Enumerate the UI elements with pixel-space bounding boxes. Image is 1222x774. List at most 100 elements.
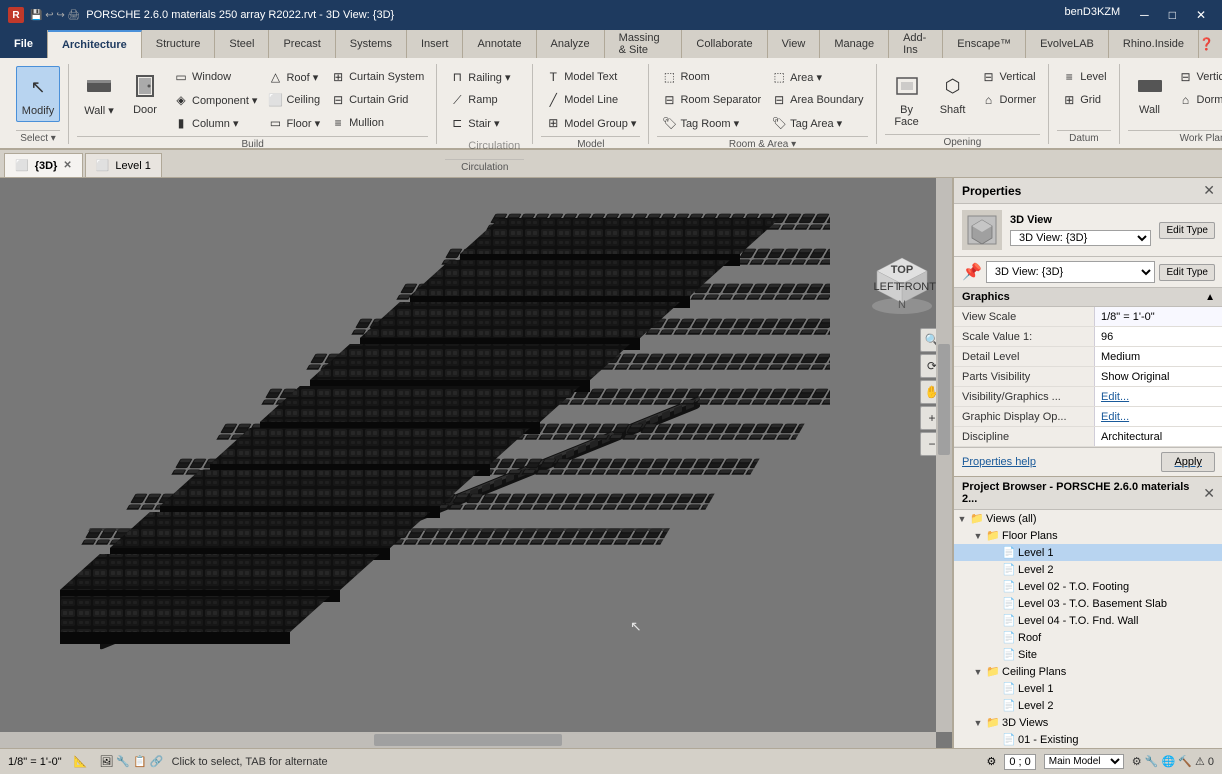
- wall-button[interactable]: Wall ▾: [77, 66, 121, 121]
- roof-button[interactable]: △ Roof ▾: [263, 66, 324, 88]
- tree-level-2[interactable]: 📄 Level 2: [954, 561, 1222, 578]
- view-tab-level1[interactable]: ⬜ Level 1: [85, 153, 162, 177]
- tree-floor-plans[interactable]: ▼ 📁 Floor Plans: [954, 527, 1222, 544]
- view-type-dropdown[interactable]: 3D View: {3D}: [1010, 230, 1151, 246]
- view-scale-value[interactable]: 1/8" = 1'-0": [1094, 307, 1222, 326]
- tab-massing[interactable]: Massing & Site: [605, 30, 683, 58]
- stair-button[interactable]: ⊏ Stair ▾: [445, 112, 524, 134]
- tab-structure[interactable]: Structure: [142, 30, 216, 58]
- tab-architecture[interactable]: Architecture: [48, 30, 142, 58]
- view-dropdown[interactable]: 3D View: {3D}: [986, 261, 1156, 283]
- ceiling-button[interactable]: ⬜ Ceiling: [263, 89, 324, 111]
- tab-insert[interactable]: Insert: [407, 30, 464, 58]
- tree-level-03[interactable]: 📄 Level 03 - T.O. Basement Slab: [954, 595, 1222, 612]
- door-button[interactable]: Door: [123, 66, 167, 120]
- minimize-button[interactable]: ─: [1132, 6, 1157, 24]
- detail-level-value[interactable]: Medium: [1094, 347, 1222, 366]
- tab-steel[interactable]: Steel: [215, 30, 269, 58]
- model-line-button[interactable]: ╱ Model Line: [541, 89, 640, 111]
- window-icon: ▭: [173, 69, 189, 85]
- parts-visibility-value[interactable]: Show Original: [1094, 367, 1222, 386]
- room-button[interactable]: ⬚ Room: [657, 66, 765, 88]
- tag-room-button[interactable]: 🏷 Tag Room ▾: [657, 112, 765, 134]
- tree-level-04[interactable]: 📄 Level 04 - T.O. Fnd. Wall: [954, 612, 1222, 629]
- floor-label: Floor ▾: [286, 117, 320, 130]
- horizontal-scrollbar[interactable]: [0, 732, 936, 748]
- tree-level-02[interactable]: 📄 Level 02 - T.O. Footing: [954, 578, 1222, 595]
- tab-systems[interactable]: Systems: [336, 30, 407, 58]
- tree-views-all[interactable]: ▼ 📁 Views (all): [954, 510, 1222, 527]
- apply-button[interactable]: Apply: [1161, 452, 1215, 472]
- tab-manage[interactable]: Manage: [820, 30, 889, 58]
- tab-view[interactable]: View: [768, 30, 821, 58]
- scroll-thumb-vertical[interactable]: [938, 344, 950, 455]
- level-button[interactable]: ≡ Level: [1057, 66, 1110, 88]
- close-button[interactable]: ✕: [1188, 6, 1214, 24]
- tab-collaborate[interactable]: Collaborate: [682, 30, 767, 58]
- 3d-tab-close[interactable]: ✕: [63, 160, 71, 171]
- mullion-button[interactable]: ≡ Mullion: [326, 112, 428, 134]
- tree-01-existing-label: 01 - Existing: [1018, 734, 1079, 746]
- tree-site[interactable]: 📄 Site: [954, 646, 1222, 663]
- visibility-graphics-value[interactable]: Edit...: [1094, 387, 1222, 406]
- wall-button-2[interactable]: Wall: [1128, 66, 1172, 120]
- room-separator-button[interactable]: ⊟ Room Separator: [657, 89, 765, 111]
- curtain-system-button[interactable]: ⊞ Curtain System: [326, 66, 428, 88]
- tab-analyze[interactable]: Analyze: [537, 30, 605, 58]
- dormer-button[interactable]: ⌂ Dormer: [977, 89, 1041, 111]
- tree-3d-views[interactable]: ▼ 📁 3D Views: [954, 714, 1222, 731]
- tree-01-existing[interactable]: 📄 01 - Existing: [954, 731, 1222, 748]
- shaft-button[interactable]: ⬡ Shaft: [931, 66, 975, 120]
- tree-roof[interactable]: 📄 Roof: [954, 629, 1222, 646]
- maximize-button[interactable]: □: [1161, 6, 1184, 24]
- tab-file[interactable]: File: [0, 30, 48, 58]
- panel-pin-button[interactable]: 📌: [962, 262, 982, 282]
- tab-evolvelab[interactable]: EvolveLAB: [1026, 30, 1109, 58]
- area-button[interactable]: ⬚ Area ▾: [767, 66, 867, 88]
- column-icon: ▮: [173, 115, 189, 131]
- area-boundary-button[interactable]: ⊟ Area Boundary: [767, 89, 867, 111]
- grid-button[interactable]: ⊞ Grid: [1057, 89, 1110, 111]
- edit-type-btn-2[interactable]: Edit Type: [1159, 264, 1215, 281]
- vertical-button[interactable]: ⊟ Vertical: [977, 66, 1041, 88]
- help-button[interactable]: ❓: [1199, 37, 1214, 51]
- canvas-area[interactable]: TOP FRONT LEFT N 🔍 ⟳ ✋ + − ↖: [0, 178, 952, 748]
- view-tab-3d[interactable]: ⬜ {3D} ✕: [4, 153, 83, 177]
- component-button[interactable]: ◈ Component ▾: [169, 89, 261, 111]
- window-button[interactable]: ▭ Window: [169, 66, 261, 88]
- model-text-button[interactable]: T Model Text: [541, 66, 640, 88]
- modify-button[interactable]: ↖ Modify: [16, 66, 60, 122]
- properties-close-button[interactable]: ✕: [1203, 182, 1215, 199]
- floor-button[interactable]: ▭ Floor ▾: [263, 112, 324, 134]
- by-face-button[interactable]: By Face: [885, 66, 929, 132]
- tree-ceiling-plans[interactable]: ▼ 📁 Ceiling Plans: [954, 663, 1222, 680]
- view-cube[interactable]: TOP FRONT LEFT N: [862, 238, 942, 318]
- vertical-scrollbar[interactable]: [936, 178, 952, 732]
- ramp-button[interactable]: ⟋ Ramp: [445, 89, 524, 111]
- tag-area-button[interactable]: 🏷 Tag Area ▾: [767, 112, 867, 134]
- scroll-thumb-horizontal[interactable]: [374, 734, 561, 746]
- tree-ceiling-level-1[interactable]: 📄 Level 1: [954, 680, 1222, 697]
- railing-button[interactable]: ⊓ Railing ▾: [445, 66, 524, 88]
- properties-help-link[interactable]: Properties help: [962, 456, 1036, 468]
- tree-level-1[interactable]: 📄 Level 1: [954, 544, 1222, 561]
- tab-precast[interactable]: Precast: [269, 30, 335, 58]
- by-face-icon: [891, 70, 923, 102]
- tree-ceiling-level-2[interactable]: 📄 Level 2: [954, 697, 1222, 714]
- model-group-button[interactable]: ⊞ Model Group ▾: [541, 112, 640, 134]
- dormer-2-label: Dormer: [1197, 94, 1222, 106]
- column-button[interactable]: ▮ Column ▾: [169, 112, 261, 134]
- browser-close-button[interactable]: ✕: [1203, 485, 1215, 502]
- tab-annotate[interactable]: Annotate: [463, 30, 536, 58]
- tab-rhino[interactable]: Rhino.Inside: [1109, 30, 1199, 58]
- curtain-grid-button[interactable]: ⊟ Curtain Grid: [326, 89, 428, 111]
- right-panels: Properties ✕ 3D View 3D View: {3D}: [952, 178, 1222, 748]
- vertical-2-button[interactable]: ⊟ Vertical: [1174, 66, 1222, 88]
- edit-type-button[interactable]: Edit Type: [1159, 222, 1215, 239]
- tab-enscape[interactable]: Enscape™: [943, 30, 1026, 58]
- dormer-2-button[interactable]: ⌂ Dormer: [1174, 89, 1222, 111]
- graphics-section-header[interactable]: Graphics ▲: [954, 288, 1222, 307]
- view-cube-svg: TOP FRONT LEFT N: [862, 238, 942, 318]
- tab-addins[interactable]: Add-Ins: [889, 30, 943, 58]
- graphic-display-value[interactable]: Edit...: [1094, 407, 1222, 426]
